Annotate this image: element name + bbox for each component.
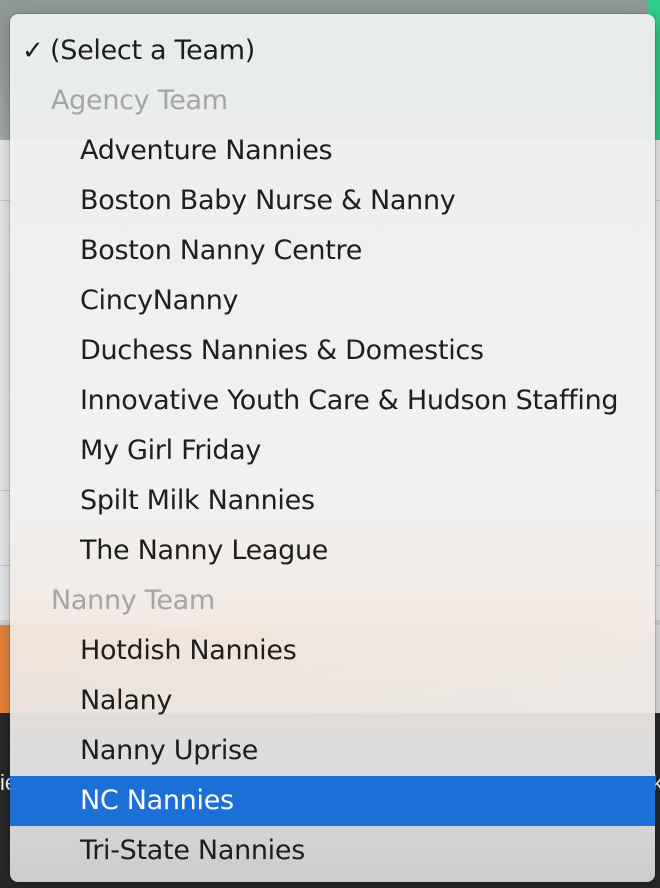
option-hotdish-nannies[interactable]: Hotdish Nannies bbox=[10, 626, 655, 676]
option-adventure-nannies[interactable]: Adventure Nannies bbox=[10, 126, 655, 176]
optgroup-nanny-team: Nanny Team bbox=[51, 585, 215, 616]
option-nalany[interactable]: Nalany bbox=[10, 676, 655, 726]
optgroup-agency-team: Agency Team bbox=[51, 85, 228, 116]
team-select-dropdown-menu[interactable]: ✓ (Select a Team) Agency Team Adventure … bbox=[10, 14, 655, 882]
option-cincynanny[interactable]: CincyNanny bbox=[10, 276, 655, 326]
option-boston-nanny-centre[interactable]: Boston Nanny Centre bbox=[10, 226, 655, 276]
option-tri-state-nannies[interactable]: Tri-State Nannies bbox=[10, 826, 655, 876]
option-spilt-milk-nannies[interactable]: Spilt Milk Nannies bbox=[10, 476, 655, 526]
option-nanny-uprise[interactable]: Nanny Uprise bbox=[10, 726, 655, 776]
option-innovative-youth-care[interactable]: Innovative Youth Care & Hudson Staffing bbox=[10, 376, 655, 426]
checkmark-icon: ✓ bbox=[22, 36, 44, 66]
option-nc-nannies-highlighted[interactable]: NC Nannies bbox=[10, 776, 655, 826]
screen: ie k ✓ (Select a Team) Agency Team Adven… bbox=[0, 0, 660, 888]
option-boston-baby-nurse-nanny[interactable]: Boston Baby Nurse & Nanny bbox=[10, 176, 655, 226]
option-label: (Select a Team) bbox=[50, 35, 255, 66]
option-my-girl-friday[interactable]: My Girl Friday bbox=[10, 426, 655, 476]
option-select-a-team[interactable]: ✓ (Select a Team) bbox=[10, 26, 655, 76]
option-the-nanny-league[interactable]: The Nanny League bbox=[10, 526, 655, 576]
option-duchess-nannies-domestics[interactable]: Duchess Nannies & Domestics bbox=[10, 326, 655, 376]
